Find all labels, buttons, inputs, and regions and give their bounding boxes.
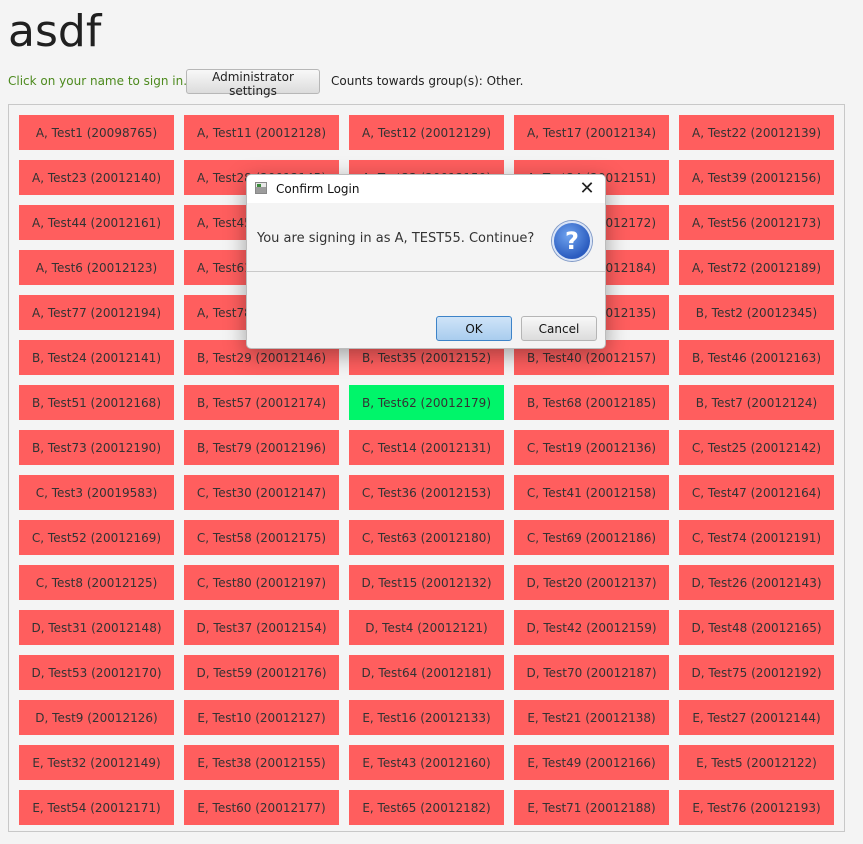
user-sign-in-button[interactable]: E, Test49 (20012166) [514, 745, 669, 780]
user-sign-in-button[interactable]: E, Test54 (20012171) [19, 790, 174, 825]
user-sign-in-button[interactable]: E, Test65 (20012182) [349, 790, 504, 825]
user-sign-in-button[interactable]: D, Test75 (20012192) [679, 655, 834, 690]
user-sign-in-button[interactable]: A, Test22 (20012139) [679, 115, 834, 150]
user-sign-in-button[interactable]: C, Test3 (20019583) [19, 475, 174, 510]
user-sign-in-button[interactable]: D, Test37 (20012154) [184, 610, 339, 645]
close-icon[interactable]: ✕ [575, 177, 599, 201]
question-icon: ? [552, 221, 592, 261]
app-window-icon [255, 182, 267, 194]
user-sign-in-button[interactable]: D, Test26 (20012143) [679, 565, 834, 600]
user-sign-in-button[interactable]: D, Test70 (20012187) [514, 655, 669, 690]
user-sign-in-button[interactable]: A, Test23 (20012140) [19, 160, 174, 195]
user-sign-in-button[interactable]: C, Test74 (20012191) [679, 520, 834, 555]
user-sign-in-button[interactable]: A, Test39 (20012156) [679, 160, 834, 195]
user-sign-in-button[interactable]: B, Test68 (20012185) [514, 385, 669, 420]
user-sign-in-button[interactable]: A, Test72 (20012189) [679, 250, 834, 285]
user-sign-in-button[interactable]: C, Test19 (20012136) [514, 430, 669, 465]
user-sign-in-button[interactable]: D, Test59 (20012176) [184, 655, 339, 690]
user-sign-in-button[interactable]: E, Test38 (20012155) [184, 745, 339, 780]
user-sign-in-button[interactable]: A, Test12 (20012129) [349, 115, 504, 150]
user-sign-in-button[interactable]: C, Test41 (20012158) [514, 475, 669, 510]
user-sign-in-button[interactable]: A, Test6 (20012123) [19, 250, 174, 285]
app-title: asdf [8, 6, 102, 57]
user-sign-in-button[interactable]: C, Test14 (20012131) [349, 430, 504, 465]
user-sign-in-button[interactable]: C, Test52 (20012169) [19, 520, 174, 555]
user-sign-in-button[interactable]: B, Test2 (20012345) [679, 295, 834, 330]
user-sign-in-button[interactable]: E, Test5 (20012122) [679, 745, 834, 780]
user-sign-in-button[interactable]: E, Test43 (20012160) [349, 745, 504, 780]
user-sign-in-button[interactable]: D, Test31 (20012148) [19, 610, 174, 645]
user-sign-in-button[interactable]: A, Test77 (20012194) [19, 295, 174, 330]
user-sign-in-button[interactable]: A, Test44 (20012161) [19, 205, 174, 240]
sign-in-instructions: Click on your name to sign in. [8, 74, 188, 88]
user-sign-in-button[interactable]: E, Test27 (20012144) [679, 700, 834, 735]
user-sign-in-button[interactable]: C, Test30 (20012147) [184, 475, 339, 510]
ok-button[interactable]: OK [436, 316, 512, 341]
user-sign-in-button[interactable]: B, Test51 (20012168) [19, 385, 174, 420]
user-sign-in-button[interactable]: B, Test7 (20012124) [679, 385, 834, 420]
user-sign-in-button[interactable]: D, Test53 (20012170) [19, 655, 174, 690]
user-sign-in-button[interactable]: E, Test21 (20012138) [514, 700, 669, 735]
user-sign-in-button[interactable]: C, Test63 (20012180) [349, 520, 504, 555]
user-sign-in-button[interactable]: B, Test62 (20012179) [349, 385, 504, 420]
login-window: asdf Click on your name to sign in. Admi… [0, 0, 863, 844]
user-sign-in-button[interactable]: C, Test69 (20012186) [514, 520, 669, 555]
user-sign-in-button[interactable]: D, Test64 (20012181) [349, 655, 504, 690]
cancel-button[interactable]: Cancel [521, 316, 597, 341]
user-sign-in-button[interactable]: B, Test46 (20012163) [679, 340, 834, 375]
user-sign-in-button[interactable]: E, Test60 (20012177) [184, 790, 339, 825]
group-info-label: Counts towards group(s): Other. [331, 74, 524, 88]
user-sign-in-button[interactable]: A, Test56 (20012173) [679, 205, 834, 240]
user-sign-in-button[interactable]: C, Test47 (20012164) [679, 475, 834, 510]
dialog-title: Confirm Login [276, 182, 360, 196]
user-sign-in-button[interactable]: A, Test11 (20012128) [184, 115, 339, 150]
user-sign-in-button[interactable]: E, Test76 (20012193) [679, 790, 834, 825]
user-sign-in-button[interactable]: B, Test57 (20012174) [184, 385, 339, 420]
user-sign-in-button[interactable]: C, Test80 (20012197) [184, 565, 339, 600]
user-sign-in-button[interactable]: D, Test48 (20012165) [679, 610, 834, 645]
user-sign-in-button[interactable]: B, Test73 (20012190) [19, 430, 174, 465]
user-sign-in-button[interactable]: E, Test16 (20012133) [349, 700, 504, 735]
user-sign-in-button[interactable]: C, Test36 (20012153) [349, 475, 504, 510]
confirm-login-dialog: Confirm Login ✕ You are signing in as A,… [246, 174, 606, 349]
user-sign-in-button[interactable]: C, Test8 (20012125) [19, 565, 174, 600]
user-sign-in-button[interactable]: C, Test25 (20012142) [679, 430, 834, 465]
user-sign-in-button[interactable]: D, Test15 (20012132) [349, 565, 504, 600]
dialog-titlebar[interactable]: Confirm Login ✕ [247, 175, 605, 203]
user-sign-in-button[interactable]: B, Test79 (20012196) [184, 430, 339, 465]
user-sign-in-button[interactable]: E, Test71 (20012188) [514, 790, 669, 825]
dialog-message: You are signing in as A, TEST55. Continu… [257, 231, 535, 246]
user-sign-in-button[interactable]: A, Test1 (20098765) [19, 115, 174, 150]
user-sign-in-button[interactable]: E, Test10 (20012127) [184, 700, 339, 735]
user-sign-in-button[interactable]: D, Test42 (20012159) [514, 610, 669, 645]
user-sign-in-button[interactable]: D, Test4 (20012121) [349, 610, 504, 645]
user-sign-in-button[interactable]: D, Test20 (20012137) [514, 565, 669, 600]
user-sign-in-button[interactable]: E, Test32 (20012149) [19, 745, 174, 780]
user-sign-in-button[interactable]: D, Test9 (20012126) [19, 700, 174, 735]
user-sign-in-button[interactable]: A, Test17 (20012134) [514, 115, 669, 150]
administrator-settings-button[interactable]: Administrator settings [186, 69, 320, 98]
user-sign-in-button[interactable]: C, Test58 (20012175) [184, 520, 339, 555]
user-sign-in-button[interactable]: B, Test24 (20012141) [19, 340, 174, 375]
dialog-divider [247, 271, 605, 272]
